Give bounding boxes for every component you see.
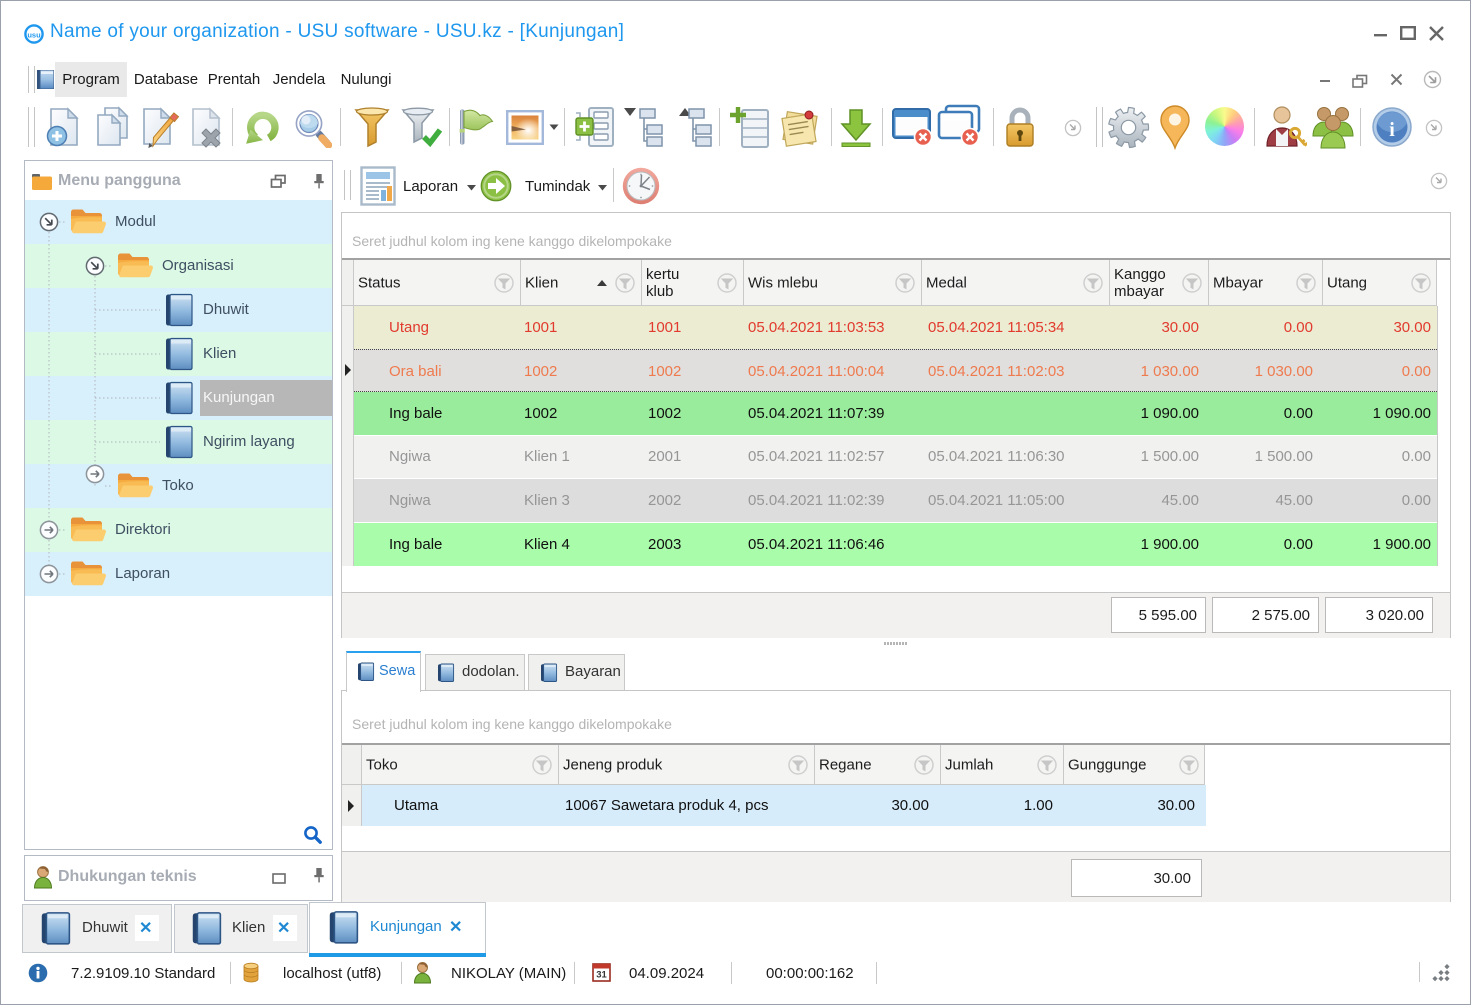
svg-text:31: 31 (596, 970, 607, 981)
svg-text:i: i (1389, 119, 1395, 141)
